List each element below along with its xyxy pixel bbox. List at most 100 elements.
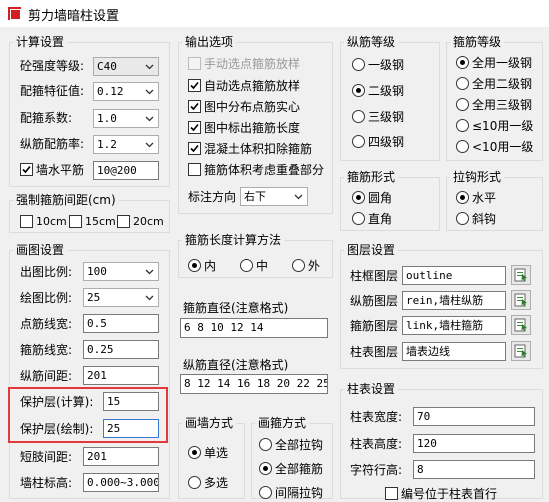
wall-single-label: 单选 (204, 446, 229, 460)
wall-multi-label: 多选 (204, 476, 229, 490)
mark-length-label: 图中标出箍筋长度 (204, 121, 301, 135)
cover-calc-input[interactable]: 15 (103, 392, 159, 411)
cover-draw-label: 保护层(绘制): (20, 422, 94, 436)
manual-stirrup-checkbox[interactable] (188, 57, 201, 70)
all-hooks-radio[interactable] (259, 438, 272, 451)
solid-dot-label: 图中分布点筋实心 (204, 100, 301, 114)
interval-hooks-label: 间隔拉钩 (275, 486, 324, 500)
char-height-input[interactable]: 8 (413, 460, 535, 479)
concrete-grade-label: 砼强度等级: (20, 59, 85, 73)
hook-shape-legend: 拉钩形式 (453, 170, 502, 184)
auto-stirrup-checkbox[interactable] (188, 79, 201, 92)
rebar-layer-input[interactable]: rein,墙柱纵筋 (402, 291, 506, 310)
mark-length-checkbox[interactable] (188, 121, 201, 134)
length-middle-label: 中 (256, 259, 269, 273)
label-direction-select[interactable]: 右下 (240, 187, 308, 206)
hook-horizontal-radio[interactable] (456, 191, 469, 204)
wall-multi-radio[interactable] (188, 476, 201, 489)
check-icon (190, 81, 199, 90)
concrete-grade-select[interactable]: C40 (93, 57, 159, 76)
stirrup-coef-label: 配箍系数: (20, 111, 73, 125)
stirrup-all3-label: 全用三级钢 (472, 98, 533, 112)
frame-layer-input[interactable]: outline (402, 266, 506, 285)
stirrup-all3-radio[interactable] (456, 98, 469, 111)
grade1-label: 一级钢 (368, 58, 405, 72)
layer-pick-icon (514, 293, 527, 307)
elevation-input[interactable]: 0.000~3.000 (83, 473, 159, 492)
app-icon (8, 7, 21, 20)
grade3-label: 三级钢 (368, 110, 405, 124)
spacing-10cm-label: 10cm (36, 215, 67, 228)
spacing-20cm-label: 20cm (133, 215, 164, 228)
stirrup-linewidth-input[interactable]: 0.25 (83, 340, 159, 359)
wall-hrebar-checkbox[interactable] (20, 163, 33, 176)
frame-layer-pick-button[interactable] (511, 265, 531, 285)
stirrup-layer-label: 箍筋图层 (350, 319, 399, 333)
stirrup-dia-input[interactable]: 6 8 10 12 14 (180, 318, 328, 338)
deduct-stirrup-label: 混凝土体积扣除箍筋 (204, 142, 313, 156)
wall-single-radio[interactable] (188, 446, 201, 459)
table-layer-pick-button[interactable] (511, 341, 531, 361)
overlap-volume-checkbox[interactable] (188, 163, 201, 176)
stirrup-all2-radio[interactable] (456, 77, 469, 90)
length-outer-radio[interactable] (292, 259, 305, 272)
shape-right-radio[interactable] (352, 212, 365, 225)
table-layer-input[interactable]: 墙表边线 (402, 342, 506, 361)
stirrup-le10-radio[interactable] (456, 119, 469, 132)
longit-ratio-select[interactable]: 1.2 (93, 135, 159, 154)
number-top-checkbox[interactable] (385, 487, 398, 500)
spacing-10cm-checkbox[interactable] (20, 215, 33, 228)
draw-scale-label: 绘图比例: (20, 291, 73, 305)
all-stirrups-radio[interactable] (259, 462, 272, 475)
chevron-down-icon (145, 116, 154, 122)
stirrup-all1-radio[interactable] (456, 56, 469, 69)
shape-round-radio[interactable] (352, 191, 365, 204)
title-bar: 剪力墙暗柱设置 (0, 0, 549, 27)
longit-dia-input[interactable]: 8 12 14 16 18 20 22 25 2 (180, 374, 328, 394)
grade3-radio[interactable] (352, 110, 365, 123)
table-width-input[interactable]: 70 (413, 407, 535, 426)
long-spacing-input[interactable]: 201 (83, 366, 159, 385)
short-leg-spacing-input[interactable]: 201 (83, 447, 159, 466)
spacing-20cm-checkbox[interactable] (117, 215, 130, 228)
shape-right-label: 直角 (368, 212, 393, 226)
dot-linewidth-input[interactable]: 0.5 (83, 314, 159, 333)
draw-scale-select[interactable]: 25 (83, 288, 159, 307)
output-scale-value: 100 (87, 265, 107, 278)
length-inner-label: 内 (204, 259, 217, 273)
stirrup-layer-input[interactable]: link,墙柱箍筋 (402, 316, 506, 335)
chevron-down-icon (145, 142, 154, 148)
stirrup-char-label: 配箍特征值: (20, 84, 85, 98)
stirrup-lt10-radio[interactable] (456, 140, 469, 153)
stirrup-coef-select[interactable]: 1.0 (93, 109, 159, 128)
length-inner-radio[interactable] (188, 259, 201, 272)
draw-settings-legend: 画图设置 (16, 243, 65, 257)
grade2-radio[interactable] (352, 84, 365, 97)
stirrup-layer-pick-button[interactable] (511, 315, 531, 335)
solid-dot-checkbox[interactable] (188, 100, 201, 113)
table-height-input[interactable]: 120 (413, 434, 535, 453)
concrete-grade-value: C40 (97, 60, 117, 73)
grade1-radio[interactable] (352, 58, 365, 71)
elevation-label: 墙柱标高: (20, 476, 73, 490)
output-scale-select[interactable]: 100 (83, 262, 159, 281)
grade4-radio[interactable] (352, 135, 365, 148)
interval-hooks-radio[interactable] (259, 486, 272, 499)
cover-draw-input[interactable]: 25 (103, 419, 159, 438)
calc-settings-legend: 计算设置 (16, 35, 65, 49)
rebar-layer-pick-button[interactable] (511, 290, 531, 310)
spacing-15cm-checkbox[interactable] (69, 215, 82, 228)
chevron-down-icon (145, 89, 154, 95)
check-icon (190, 102, 199, 111)
shape-round-label: 圆角 (368, 191, 393, 205)
layer-pick-icon (514, 344, 527, 358)
hook-slanted-radio[interactable] (456, 212, 469, 225)
stirrup-char-select[interactable]: 0.12 (93, 82, 159, 101)
wall-hrebar-input[interactable]: 10@200 (93, 161, 159, 180)
output-scale-label: 出图比例: (20, 265, 73, 279)
table-layer-label: 柱表图层 (350, 345, 399, 359)
deduct-stirrup-checkbox[interactable] (188, 142, 201, 155)
stirrup-all2-label: 全用二级钢 (472, 77, 533, 91)
chevron-down-icon (145, 269, 154, 275)
length-middle-radio[interactable] (240, 259, 253, 272)
